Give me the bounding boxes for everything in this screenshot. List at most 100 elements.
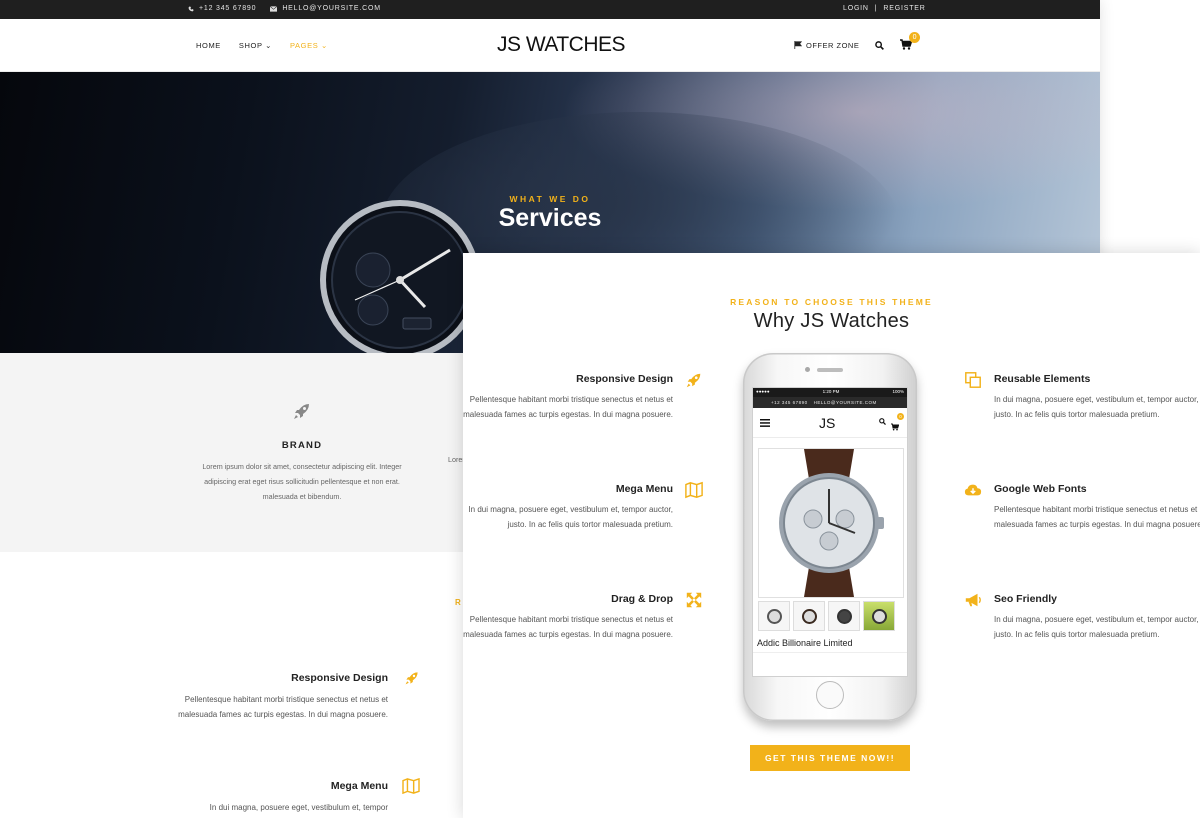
product-thumbnail[interactable] <box>828 601 860 631</box>
section-peek-heading: R <box>455 598 463 607</box>
back-feature-mega-menu: Mega Menu In dui magna, posuere eget, ve… <box>158 778 420 815</box>
login-link[interactable]: LOGIN <box>843 5 869 12</box>
hero-title: Services <box>498 204 602 232</box>
nav-item-home[interactable]: HOME <box>196 41 221 50</box>
feature-drag-drop: Drag & Drop Pellentesque habitant morbi … <box>463 592 702 642</box>
product-watch-image <box>779 449 884 597</box>
product-thumbnails <box>758 601 904 631</box>
cloud-download-icon <box>964 484 982 496</box>
feature-title: Mega Menu <box>615 483 673 495</box>
nav-menu: HOME SHOP ⌄ PAGES ⌄ <box>196 41 328 50</box>
feature-title: Mega Menu <box>330 780 388 792</box>
main-nav: HOME SHOP ⌄ PAGES ⌄ JS WATCHES OFFER ZON… <box>0 19 1100 72</box>
status-battery: 100% <box>892 389 904 394</box>
nav-item-shop[interactable]: SHOP ⌄ <box>239 41 272 50</box>
cart-count-badge: 0 <box>909 32 921 43</box>
section-title: Why JS Watches <box>753 310 910 332</box>
feature-mega-menu: Mega Menu In dui magna, posuere eget, ve… <box>463 481 703 532</box>
screenshot-stage: +12 345 67890 HELLO@YOURSITE.COM LOGIN |… <box>0 0 1200 818</box>
topbar-email-text: HELLO@YOURSITE.COM <box>282 5 381 12</box>
site-logo[interactable]: JS WATCHES <box>497 33 626 57</box>
offer-zone-label: OFFER ZONE <box>806 40 860 50</box>
feature-title: Drag & Drop <box>611 593 673 605</box>
status-signal: ●●●●● <box>756 389 770 394</box>
topbar-phone-text: +12 345 67890 <box>199 5 257 12</box>
feature-description: Pellentesque habitant morbi tristique se… <box>463 615 673 639</box>
feature-seo-friendly: Seo Friendly In dui magna, posuere eget,… <box>965 593 1200 642</box>
chevron-down-icon: ⌄ <box>321 41 328 50</box>
phone-screen: ●●●●● 1:20 PM 100% +12 345 67890 HELLO@Y… <box>752 387 908 677</box>
feature-description: In dui magna, posuere eget, vestibulum e… <box>209 803 388 812</box>
site-logo-text: JS WATCHES <box>497 33 626 56</box>
feature-google-web-fonts: Google Web Fonts Pellentesque habitant m… <box>964 483 1200 532</box>
hamburger-menu-icon[interactable] <box>760 419 770 427</box>
product-thumbnail[interactable] <box>793 601 825 631</box>
service-title: BRAND <box>281 440 323 451</box>
topbar-phone[interactable]: +12 345 67890 <box>188 5 256 12</box>
product-thumbnail[interactable] <box>758 601 790 631</box>
product-name: Addic Billionaire Limited <box>757 638 853 648</box>
hero-subtitle: WHAT WE DO <box>509 194 591 204</box>
register-link[interactable]: REGISTER <box>883 5 925 12</box>
flag-icon <box>794 41 802 49</box>
product-divider <box>753 652 907 653</box>
rocket-icon <box>294 404 309 419</box>
copy-icon <box>965 372 981 388</box>
search-icon[interactable] <box>879 418 886 425</box>
status-time: 1:20 PM <box>822 389 840 394</box>
phone-home-button <box>816 681 844 709</box>
feature-title: Seo Friendly <box>994 593 1058 605</box>
service-brand: BRAND Lorem ipsum dolor sit amet, consec… <box>192 401 412 504</box>
product-thumbnail[interactable] <box>863 601 895 631</box>
service-description: Lorem ipsum dolor sit amet, consectetur … <box>202 462 402 501</box>
feature-reusable-elements: Reusable Elements In dui magna, posuere … <box>965 372 1200 422</box>
feature-title: Responsive Design <box>291 672 388 684</box>
nav-item-pages-label: PAGES <box>290 41 319 50</box>
feature-description: Pellentesque habitant morbi tristique se… <box>178 695 388 719</box>
back-feature-responsive: Responsive Design Pellentesque habitant … <box>158 672 418 722</box>
phone-logo[interactable]: JS <box>819 415 835 431</box>
phone-status-bar: ●●●●● 1:20 PM 100% <box>753 388 907 397</box>
phone-cart-badge: 0 <box>897 413 904 420</box>
nav-item-pages[interactable]: PAGES ⌄ <box>290 41 328 50</box>
front-page: REASON TO CHOOSE THIS THEME Why JS Watch… <box>463 253 1200 818</box>
get-theme-button[interactable]: GET THIS THEME NOW!! <box>750 745 910 771</box>
phone-topbar: +12 345 67890 HELLO@YOURSITE.COM <box>753 397 907 408</box>
expand-icon <box>686 592 702 608</box>
feature-description: In dui magna, posuere eget, vestibulum e… <box>994 615 1199 639</box>
section-subtitle: REASON TO CHOOSE THIS THEME <box>730 297 933 307</box>
offer-zone-link[interactable]: OFFER ZONE <box>794 41 859 50</box>
phone-topbar-email: HELLO@YOURSITE.COM <box>813 400 877 405</box>
phone-icon <box>188 6 194 11</box>
feature-description: In dui magna, posuere eget, vestibulum e… <box>994 395 1199 419</box>
feature-description: Pellentesque habitant morbi tristique se… <box>994 505 1200 529</box>
rocket-icon <box>405 672 418 685</box>
feature-title: Google Web Fonts <box>994 483 1087 495</box>
feature-title: Responsive Design <box>576 373 673 385</box>
feature-responsive-design: Responsive Design Pellentesque habitant … <box>463 373 701 422</box>
phone-nav-icons: 0 <box>879 413 904 436</box>
phone-camera <box>805 367 810 372</box>
map-icon <box>685 481 703 499</box>
topbar-separator: | <box>874 5 878 12</box>
phone-nav: JS 0 <box>753 408 907 438</box>
feature-title: Reusable Elements <box>994 373 1091 385</box>
nav-item-shop-label: SHOP <box>238 41 263 50</box>
phone-topbar-phone: +12 345 67890 <box>771 400 808 405</box>
product-image[interactable] <box>758 448 904 598</box>
chevron-down-icon: ⌄ <box>265 41 273 50</box>
phone-logo-text: JS <box>819 415 836 431</box>
search-icon[interactable] <box>875 40 885 50</box>
nav-actions: OFFER ZONE 0 <box>794 32 921 51</box>
cart-button[interactable]: 0 <box>900 32 921 51</box>
phone-cart-button[interactable]: 0 <box>891 413 904 436</box>
top-bar: +12 345 67890 HELLO@YOURSITE.COM LOGIN |… <box>0 0 1100 19</box>
cart-icon <box>891 423 900 431</box>
envelope-icon <box>270 5 278 12</box>
megaphone-icon <box>965 593 981 607</box>
phone-mockup: ●●●●● 1:20 PM 100% +12 345 67890 HELLO@Y… <box>743 353 917 721</box>
map-icon <box>402 778 420 794</box>
feature-description: Pellentesque habitant morbi tristique se… <box>463 395 673 419</box>
rocket-icon <box>686 373 701 388</box>
topbar-email[interactable]: HELLO@YOURSITE.COM <box>270 5 381 12</box>
